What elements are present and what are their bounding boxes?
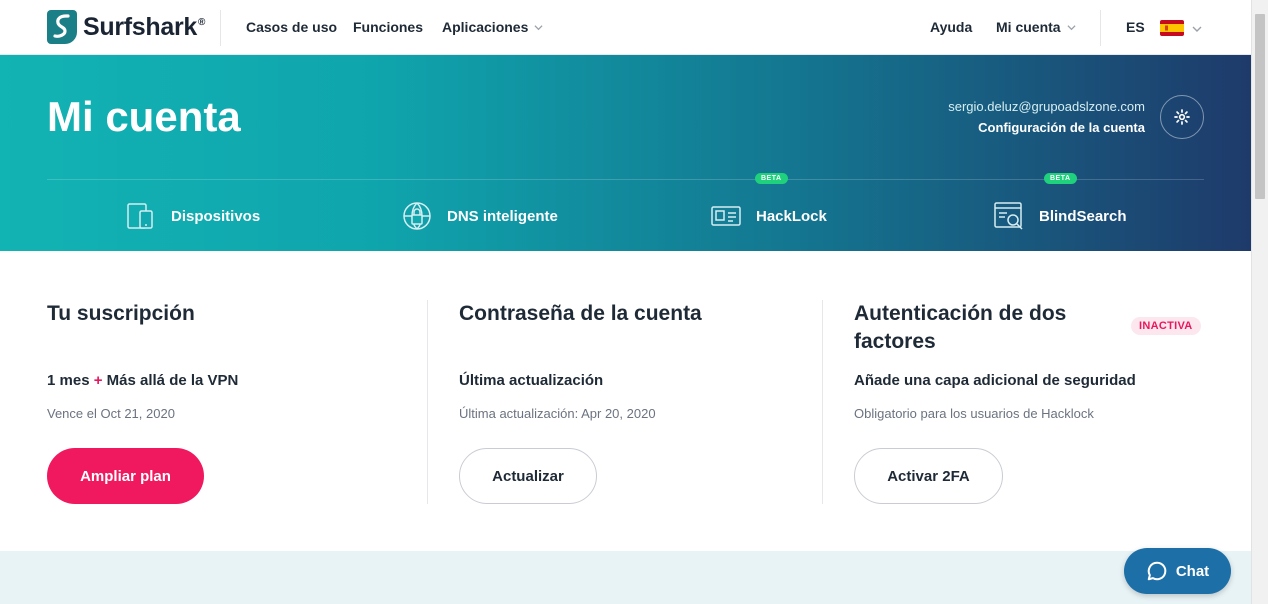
tab-hacklock[interactable]: HackLock — [710, 200, 827, 232]
subscription-title: Tu suscripción — [47, 302, 195, 325]
page-title: Mi cuenta — [47, 93, 241, 140]
bottom-section — [0, 551, 1251, 604]
nav-funciones[interactable]: Funciones — [353, 19, 423, 35]
subscription-expiry: Vence el Oct 21, 2020 — [47, 406, 175, 421]
page-scrollbar[interactable] — [1251, 0, 1268, 604]
subscription-plan: 1 mes + Más allá de la VPN — [47, 372, 239, 389]
language-code[interactable]: ES — [1126, 19, 1145, 35]
brand-name: Surfshark® — [83, 12, 206, 41]
chat-button[interactable]: Chat — [1124, 548, 1231, 594]
subscription-card: Tu suscripción 1 mes + Más allá de la VP… — [47, 300, 397, 421]
tab-dns-inteligente[interactable]: DNS inteligente — [401, 200, 558, 232]
password-last-updated: Última actualización: Apr 20, 2020 — [459, 406, 656, 421]
twofa-requirement: Obligatorio para los usuarios de Hackloc… — [854, 406, 1094, 421]
activate-2fa-button[interactable]: Activar 2FA — [854, 448, 1003, 504]
card-divider — [427, 300, 428, 504]
twofa-subtitle: Añade una capa adicional de seguridad — [854, 372, 1136, 389]
spain-flag-icon[interactable] — [1160, 20, 1184, 36]
devices-icon — [127, 203, 153, 229]
chevron-down-icon — [1067, 24, 1076, 30]
account-email: sergio.deluz@grupoadslzone.com — [948, 99, 1145, 114]
settings-button[interactable] — [1160, 95, 1204, 139]
gear-icon — [1174, 109, 1190, 125]
twofa-title: Autenticación de dos factores — [854, 302, 1067, 353]
tab-dispositivos[interactable]: Dispositivos — [125, 200, 260, 232]
password-card: Contraseña de la cuenta Última actualiza… — [459, 300, 799, 421]
twofa-card: Autenticación de dos factores Añade una … — [854, 300, 1136, 421]
surfshark-logo[interactable]: Surfshark® — [47, 10, 205, 44]
id-card-icon — [711, 206, 741, 226]
scrollbar-thumb[interactable] — [1255, 14, 1265, 199]
password-subtitle: Última actualización — [459, 372, 604, 389]
hero-divider — [47, 179, 1204, 180]
chevron-down-icon — [534, 24, 543, 30]
nav-separator — [1100, 10, 1101, 46]
top-nav: Surfshark® Casos de uso Funciones Aplica… — [0, 0, 1251, 55]
surfshark-logo-icon — [47, 10, 77, 44]
card-divider — [822, 300, 823, 504]
account-hero: Mi cuenta sergio.deluz@grupoadslzone.com… — [0, 55, 1251, 251]
dns-icon — [403, 202, 431, 230]
upgrade-plan-button[interactable]: Ampliar plan — [47, 448, 204, 504]
status-badge: INACTIVA — [1131, 317, 1201, 335]
nav-ayuda[interactable]: Ayuda — [930, 19, 972, 35]
nav-casos-de-uso[interactable]: Casos de uso — [246, 19, 337, 35]
nav-aplicaciones[interactable]: Aplicaciones — [442, 19, 543, 35]
account-settings-link[interactable]: Configuración de la cuenta — [978, 120, 1145, 135]
chat-bubble-icon — [1147, 561, 1167, 581]
tab-blindsearch[interactable]: BlindSearch — [993, 200, 1127, 232]
nav-separator — [220, 10, 221, 46]
password-title: Contraseña de la cuenta — [459, 302, 702, 325]
nav-mi-cuenta[interactable]: Mi cuenta — [996, 19, 1076, 35]
beta-badge: BETA — [1044, 173, 1077, 184]
chevron-down-icon[interactable] — [1192, 24, 1202, 34]
update-password-button[interactable]: Actualizar — [459, 448, 597, 504]
beta-badge: BETA — [755, 173, 788, 184]
search-window-icon — [994, 202, 1023, 230]
